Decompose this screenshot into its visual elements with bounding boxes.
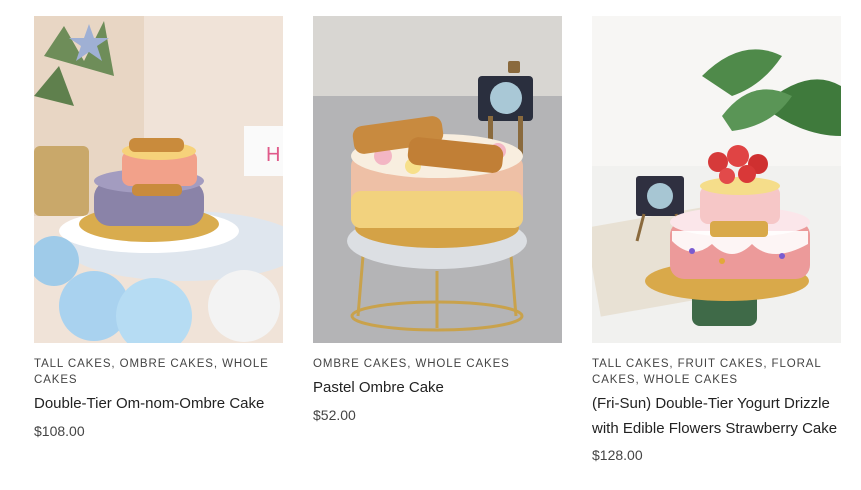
product-card: OMBRE CAKES, WHOLE CAKES Pastel Ombre Ca…: [313, 16, 562, 423]
product-image-link[interactable]: [313, 16, 562, 343]
product-price: $108.00: [34, 422, 85, 439]
product-image: [592, 16, 841, 343]
product-categories: OMBRE CAKES, WHOLE CAKES: [313, 358, 510, 370]
product-card: TALL CAKES, FRUIT CAKES, FLORAL CAKES, W…: [592, 16, 841, 463]
category-link[interactable]: OMBRE CAKES: [120, 358, 214, 370]
product-categories: TALL CAKES, FRUIT CAKES, FLORAL CAKES, W…: [592, 358, 822, 386]
category-link[interactable]: WHOLE CAKES: [415, 358, 509, 370]
category-link[interactable]: TALL CAKES: [592, 358, 669, 370]
product-categories: TALL CAKES, OMBRE CAKES, WHOLE CAKES: [34, 358, 269, 386]
product-price: $128.00: [592, 447, 643, 463]
category-link[interactable]: OMBRE CAKES: [313, 358, 407, 370]
category-link[interactable]: WHOLE CAKES: [644, 374, 738, 386]
category-link[interactable]: FRUIT CAKES: [678, 358, 764, 370]
product-image-link[interactable]: [592, 16, 841, 343]
product-image: H: [34, 16, 283, 343]
product-title[interactable]: Double-Tier Om-nom-Ombre Cake: [34, 392, 283, 417]
product-title[interactable]: Pastel Ombre Cake: [313, 376, 562, 401]
product-image: [313, 16, 562, 343]
product-card: H TALL CAKES, OMBRE CAKES, WHOLE CAKES D…: [34, 16, 283, 439]
product-price: $52.00: [313, 406, 356, 423]
category-link[interactable]: TALL CAKES: [34, 358, 111, 370]
svg-text:H: H: [266, 144, 280, 166]
product-image-link[interactable]: H: [34, 16, 283, 343]
product-title[interactable]: (Fri-Sun) Double-Tier Yogurt Drizzle wit…: [592, 392, 841, 441]
